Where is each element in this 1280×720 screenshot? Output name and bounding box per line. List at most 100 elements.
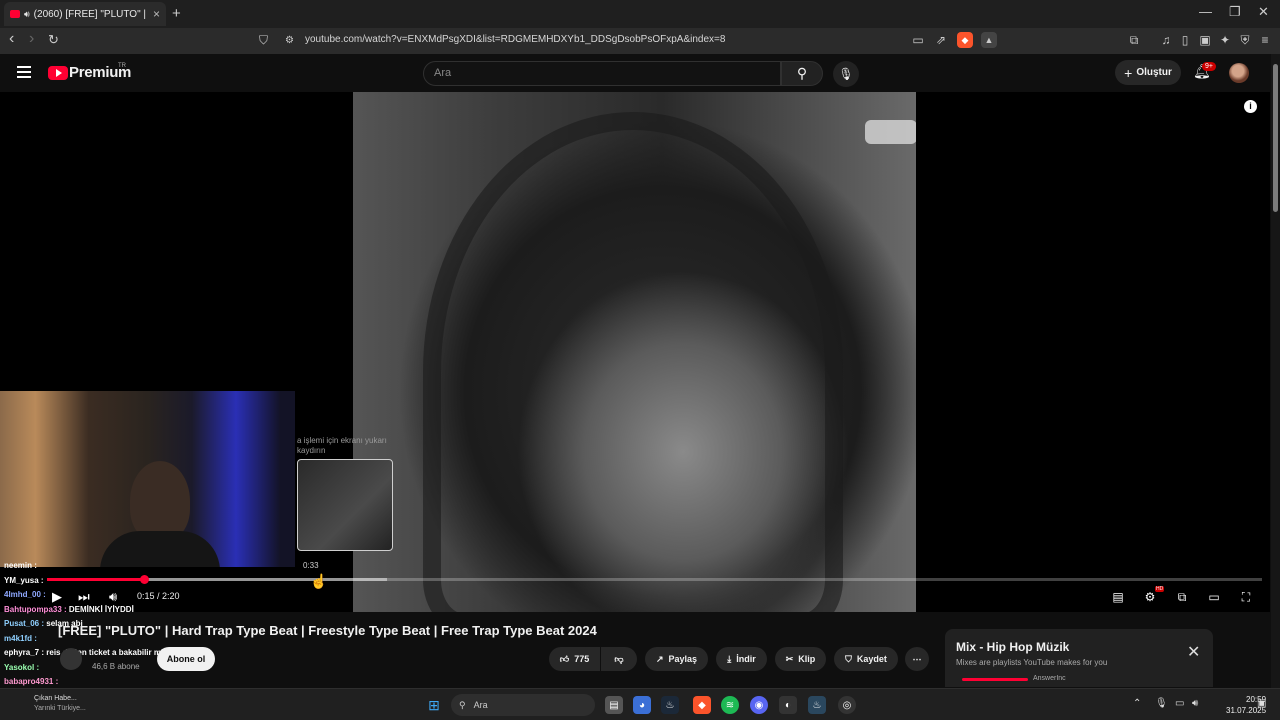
search-icon: ⚲ <box>796 65 808 81</box>
leo-ai-icon[interactable]: ✦ <box>1217 32 1233 48</box>
channel-avatar[interactable] <box>60 648 82 670</box>
search-input[interactable]: Ara <box>423 61 781 86</box>
chat-text: DEMİNKİ İYİYDDİ <box>66 605 134 614</box>
scrollbar-thumb[interactable] <box>1273 64 1278 212</box>
video-player[interactable]: i a işlemi için ekranı yukarı kaydırın 0… <box>0 92 1270 612</box>
miniplayer-icon[interactable]: ⧉ <box>1174 590 1190 604</box>
maximize-icon[interactable]: ❐ <box>1229 4 1241 20</box>
brave-shields-icon[interactable]: ◆ <box>957 32 973 48</box>
address-bar[interactable]: youtube.com/watch?v=ENXMdPsgXDI&list=RDG… <box>305 34 725 45</box>
streamer-head <box>130 461 190 541</box>
create-button[interactable]: + Oluştur <box>1115 60 1181 85</box>
wallet-icon[interactable]: ▣ <box>1197 32 1213 48</box>
next-icon[interactable]: ⏭︎ <box>78 589 90 605</box>
close-tab-icon[interactable]: × <box>153 7 160 21</box>
mouse-cursor-icon: ☝ <box>310 573 328 589</box>
forward-icon[interactable]: › <box>29 30 34 48</box>
clip-button[interactable]: ✂ Klip <box>775 647 826 671</box>
brave-browser-icon[interactable]: ◆ <box>693 696 711 714</box>
plus-icon: + <box>1124 64 1133 81</box>
thumbs-down-icon: 👎︎ <box>614 653 624 664</box>
minimize-icon[interactable]: — <box>1199 4 1212 19</box>
audio-icon[interactable]: 🔊︎ <box>24 9 30 20</box>
news-subtitle: Yarınki Türkiye... <box>34 705 86 712</box>
channel-subscribers: 46,6 B abone <box>92 662 140 671</box>
save-button[interactable]: ⛉ Kaydet <box>834 647 898 671</box>
copilot-icon[interactable]: ◕ <box>633 696 651 714</box>
chat-message: ephyra_7 : reis doğen ticket a bakabilir… <box>4 648 175 657</box>
like-count: 775 <box>574 654 590 664</box>
chat-username: ephyra_7 : <box>4 648 45 657</box>
file-explorer-icon[interactable]: ▤ <box>605 696 623 714</box>
create-label: Oluştur <box>1136 67 1172 78</box>
theater-mode-icon[interactable]: ▭ <box>1206 590 1222 604</box>
site-info-icon[interactable]: ⚙ <box>285 35 294 46</box>
windows-start-icon[interactable]: ⊞ <box>425 696 443 714</box>
close-window-icon[interactable]: ✕ <box>1258 4 1269 20</box>
notification-center-icon[interactable]: ▣ <box>1257 698 1266 709</box>
mix-subtitle: Mixes are playlists YouTube makes for yo… <box>956 658 1108 667</box>
dislike-button[interactable]: 👎︎ <box>601 647 637 671</box>
search-button[interactable]: ⚲ <box>781 61 823 86</box>
share-button[interactable]: ↗ Paylaş <box>645 647 708 671</box>
cast-icon[interactable]: ▭ <box>910 32 926 48</box>
chat-username: Pusat_06 : <box>4 619 45 628</box>
microphone-icon: 🎙︎ <box>838 67 854 81</box>
chat-message: Yasokol : <box>4 663 39 672</box>
mix-title[interactable]: Mix - Hip Hop Müzik <box>956 640 1069 654</box>
close-icon[interactable]: ✕ <box>1187 642 1200 662</box>
menu-icon[interactable]: ≡ <box>1257 32 1273 48</box>
discord-icon[interactable]: ◉ <box>750 696 768 714</box>
share-page-icon[interactable]: ⇗ <box>933 32 949 48</box>
subscribe-button[interactable]: Abone ol <box>157 647 215 671</box>
voice-search-button[interactable]: 🎙︎ <box>833 61 859 87</box>
like-button[interactable]: 👍︎ 775 <box>549 647 600 671</box>
steam-icon[interactable]: ♨ <box>661 696 679 714</box>
vpn-icon[interactable]: ⛨ <box>1237 32 1253 48</box>
share-icon: ↗ <box>655 653 664 664</box>
browser-tab-bar: 🔊︎ (2060) [FREE] "PLUTO" | Hard × + — ❐ … <box>0 0 1280 28</box>
mix-playlist-panel: Mix - Hip Hop Müzik Mixes are playlists … <box>945 629 1213 687</box>
video-frame[interactable] <box>353 92 916 612</box>
download-icon: ⤓ <box>727 653 732 664</box>
scrubber-handle[interactable] <box>140 575 149 584</box>
obs-icon[interactable]: ◎ <box>838 696 856 714</box>
taskbar-search[interactable]: ⚲ Ara <box>451 694 595 716</box>
avatar[interactable] <box>1229 63 1249 83</box>
steam-active-icon[interactable]: ♨ <box>808 696 826 714</box>
mic-tray-icon[interactable]: 🎙︎ <box>1155 698 1168 709</box>
media-icon[interactable]: ♫ <box>1158 32 1174 48</box>
screenshot-icon[interactable]: ⧉ <box>1126 32 1142 48</box>
info-icon[interactable]: i <box>1244 100 1257 113</box>
download-button[interactable]: ⤓ İndir <box>716 647 767 671</box>
speaker-icon[interactable]: 🔊︎ <box>1192 698 1198 709</box>
chat-username: Yasokol : <box>4 663 40 672</box>
bookmark-icon[interactable]: ⛉ <box>259 33 268 48</box>
browser-tab[interactable]: 🔊︎ (2060) [FREE] "PLUTO" | Hard × <box>4 2 166 26</box>
more-actions-button[interactable]: ⋯ <box>905 647 929 671</box>
news-widget[interactable]: Çıkan Habe... Yarınki Türkiye... <box>34 694 86 714</box>
tray-overflow-icon[interactable]: ⌃ <box>1133 698 1141 709</box>
seek-preview-thumbnail <box>297 459 393 551</box>
chat-message: 4lmhd_00 : <box>4 590 46 599</box>
network-icon[interactable]: ▭ <box>1175 698 1184 709</box>
app-icon[interactable]: ◐ <box>779 696 797 714</box>
subtitles-icon[interactable]: ▤ <box>1110 590 1126 604</box>
new-tab-icon[interactable]: + <box>172 5 181 22</box>
back-icon[interactable]: ‹ <box>9 30 14 48</box>
brand-region: TR <box>118 63 126 69</box>
reload-icon[interactable]: ↻ <box>48 32 59 48</box>
brave-rewards-icon[interactable]: ▲ <box>981 32 997 48</box>
youtube-logo-icon[interactable] <box>48 66 68 80</box>
fullscreen-icon[interactable]: ⛶ <box>1238 590 1254 604</box>
taskbar: Çıkan Habe... Yarınki Türkiye... ⊞ ⚲ Ara… <box>0 688 1280 720</box>
sidebar-icon[interactable]: ▯ <box>1177 32 1193 48</box>
play-icon[interactable]: ▶ <box>52 589 62 605</box>
volume-icon[interactable]: 🔊︎ <box>109 589 117 605</box>
hamburger-menu-icon[interactable] <box>17 66 31 78</box>
scissors-icon: ✂ <box>785 653 794 664</box>
clip-label: Klip <box>798 654 816 664</box>
webcam-overlay <box>0 391 295 567</box>
spotify-icon[interactable]: ≋ <box>721 696 739 714</box>
video-title: [FREE] "PLUTO" | Hard Trap Type Beat | F… <box>58 623 597 638</box>
